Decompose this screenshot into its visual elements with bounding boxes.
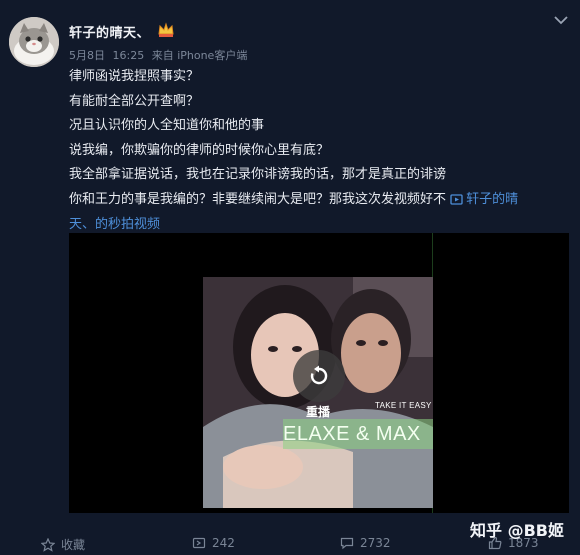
comment-icon [340, 537, 354, 550]
content-line: 况且认识你的人全知道你和他的事 [69, 118, 265, 134]
video-link-tail[interactable]: 天、的秒拍视频 [69, 217, 160, 232]
favorite-button[interactable]: 收藏 [41, 536, 85, 553]
chevron-down-icon[interactable] [553, 14, 569, 26]
video-link[interactable]: 轩子的晴 [450, 192, 518, 207]
post-date[interactable]: 5月8日 [69, 49, 105, 62]
username[interactable]: 轩子的晴天、 [69, 22, 150, 41]
content-line: 说我编，你欺骗你的律师的时候你心里有底？ [69, 142, 330, 158]
favorite-label: 收藏 [61, 538, 86, 552]
content-line: 我全部拿证据说话，我也在记录你诽谤我的话，那才是真正的诽谤 [69, 167, 447, 183]
comment-button[interactable]: 2732 [340, 536, 391, 550]
video-link-head[interactable]: 轩子的晴 [466, 192, 518, 207]
replay-button[interactable] [293, 350, 345, 402]
replay-label[interactable]: 重播 [306, 403, 330, 420]
content-line: 你和王力的事是我编的？非要继续闹大是吧？那我这次发视频好不 [69, 191, 447, 207]
repost-count: 242 [212, 536, 235, 550]
video-title: ELAXE & MAX [283, 423, 421, 445]
repost-icon [192, 537, 206, 549]
video-player[interactable]: 重播 TAKE IT EASY ELAXE & MAX [69, 233, 569, 513]
avatar[interactable] [9, 17, 59, 67]
video-frame[interactable]: 重播 TAKE IT EASY ELAXE & MAX [203, 277, 433, 508]
repost-button[interactable]: 242 [192, 536, 235, 550]
crown-badge-icon[interactable] [157, 22, 175, 38]
content-line: 律师函说我捏照事实？ [69, 69, 200, 84]
post-source: 来自 iPhone客户端 [151, 49, 248, 62]
post-meta: 5月8日 16:25 来自 iPhone客户端 [69, 47, 251, 63]
content-line: 有能耐全部公开查啊？ [69, 93, 200, 109]
content-line-with-link: 你和王力的事是我编的？非要继续闹大是吧？那我这次发视频好不 轩子的晴 [69, 188, 569, 213]
replay-icon [310, 365, 328, 385]
star-icon [41, 537, 55, 552]
video-caption: TAKE IT EASY [375, 401, 432, 410]
cat-avatar-image [9, 17, 59, 67]
post-time[interactable]: 16:25 [113, 49, 145, 62]
zhihu-watermark: 知乎 @BB姬 [470, 521, 564, 540]
comment-count: 2732 [360, 536, 391, 550]
post-content: 律师函说我捏照事实？ 有能耐全部公开查啊？ 况且认识你的人全知道你和他的事 说我… [69, 65, 569, 237]
video-link-icon [450, 194, 463, 205]
